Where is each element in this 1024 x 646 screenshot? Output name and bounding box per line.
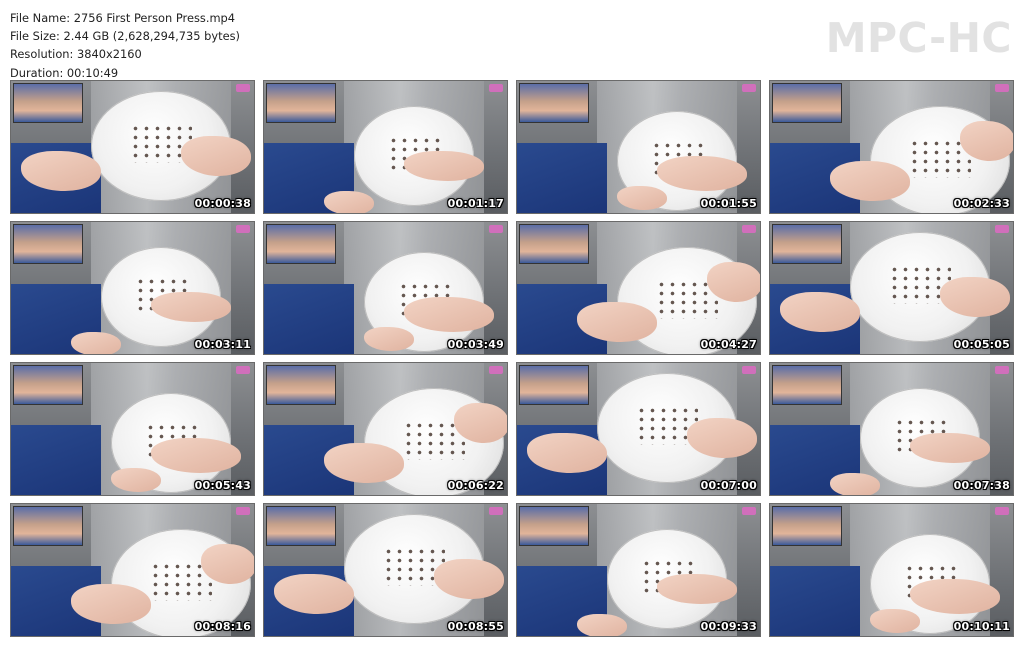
thumbnail-timestamp: 00:04:27 (700, 338, 757, 351)
thumbnail-timestamp: 00:07:00 (700, 479, 757, 492)
thumbnail-timestamp: 00:01:55 (700, 197, 757, 210)
video-thumbnail: 00:09:33 (516, 503, 761, 637)
video-thumbnail: 00:02:33 (769, 80, 1014, 214)
video-thumbnail: 00:04:27 (516, 221, 761, 355)
thumbnail-inset (266, 506, 336, 546)
thumbnail-inset (13, 506, 83, 546)
watermark-logo (995, 366, 1009, 374)
thumbnail-grid: 00:00:38 00:01:17 00:01:55 00:02:33 00:03:11… (0, 0, 1024, 646)
thumbnail-inset (772, 365, 842, 405)
video-thumbnail: 00:07:00 (516, 362, 761, 496)
thumbnail-timestamp: 00:00:38 (194, 197, 251, 210)
watermark-logo (489, 84, 503, 92)
thumbnail-inset (266, 83, 336, 123)
thumbnail-timestamp: 00:05:43 (194, 479, 251, 492)
thumbnail-inset (266, 365, 336, 405)
video-thumbnail: 00:06:22 (263, 362, 508, 496)
thumbnail-timestamp: 00:03:49 (447, 338, 504, 351)
watermark-logo (742, 366, 756, 374)
video-thumbnail: 00:01:55 (516, 80, 761, 214)
thumbnail-hand (830, 473, 880, 495)
thumbnail-inset (519, 365, 589, 405)
watermark-logo (742, 507, 756, 515)
watermark-logo (742, 225, 756, 233)
thumbnail-timestamp: 00:10:11 (953, 620, 1010, 633)
video-thumbnail: 00:05:43 (10, 362, 255, 496)
thumbnail-timestamp: 00:06:22 (447, 479, 504, 492)
video-thumbnail: 00:00:38 (10, 80, 255, 214)
thumbnail-timestamp: 00:03:11 (194, 338, 251, 351)
video-thumbnail: 00:01:17 (263, 80, 508, 214)
watermark-logo (489, 225, 503, 233)
thumbnail-inset (519, 83, 589, 123)
video-thumbnail: 00:08:55 (263, 503, 508, 637)
video-thumbnail: 00:05:05 (769, 221, 1014, 355)
watermark-logo (236, 84, 250, 92)
thumbnail-background (770, 566, 860, 636)
watermark-logo (742, 84, 756, 92)
watermark-logo (236, 366, 250, 374)
video-thumbnail: 00:03:11 (10, 221, 255, 355)
watermark-logo (489, 507, 503, 515)
watermark-logo (995, 84, 1009, 92)
video-thumbnail: 00:10:11 (769, 503, 1014, 637)
thumbnail-timestamp: 00:09:33 (700, 620, 757, 633)
thumbnail-inset (266, 224, 336, 264)
watermark-logo (995, 225, 1009, 233)
thumbnail-hand (71, 332, 121, 354)
thumbnail-inset (519, 506, 589, 546)
watermark-logo (489, 366, 503, 374)
watermark-logo (995, 507, 1009, 515)
video-thumbnail: 00:07:38 (769, 362, 1014, 496)
watermark-logo (236, 225, 250, 233)
thumbnail-background (517, 143, 607, 213)
thumbnail-background (264, 284, 354, 354)
thumbnail-hand (577, 614, 627, 636)
thumbnail-inset (13, 224, 83, 264)
thumbnail-hand (324, 191, 374, 213)
thumbnail-timestamp: 00:08:55 (447, 620, 504, 633)
thumbnail-timestamp: 00:08:16 (194, 620, 251, 633)
thumbnail-timestamp: 00:05:05 (953, 338, 1010, 351)
thumbnail-timestamp: 00:02:33 (953, 197, 1010, 210)
thumbnail-inset (13, 365, 83, 405)
thumbnail-inset (772, 224, 842, 264)
watermark-logo (236, 507, 250, 515)
video-thumbnail: 00:08:16 (10, 503, 255, 637)
thumbnail-timestamp: 00:01:17 (447, 197, 504, 210)
video-thumbnail: 00:03:49 (263, 221, 508, 355)
thumbnail-inset (519, 224, 589, 264)
thumbnail-inset (772, 506, 842, 546)
thumbnail-inset (772, 83, 842, 123)
thumbnail-inset (13, 83, 83, 123)
thumbnail-background (11, 425, 101, 495)
thumbnail-timestamp: 00:07:38 (953, 479, 1010, 492)
